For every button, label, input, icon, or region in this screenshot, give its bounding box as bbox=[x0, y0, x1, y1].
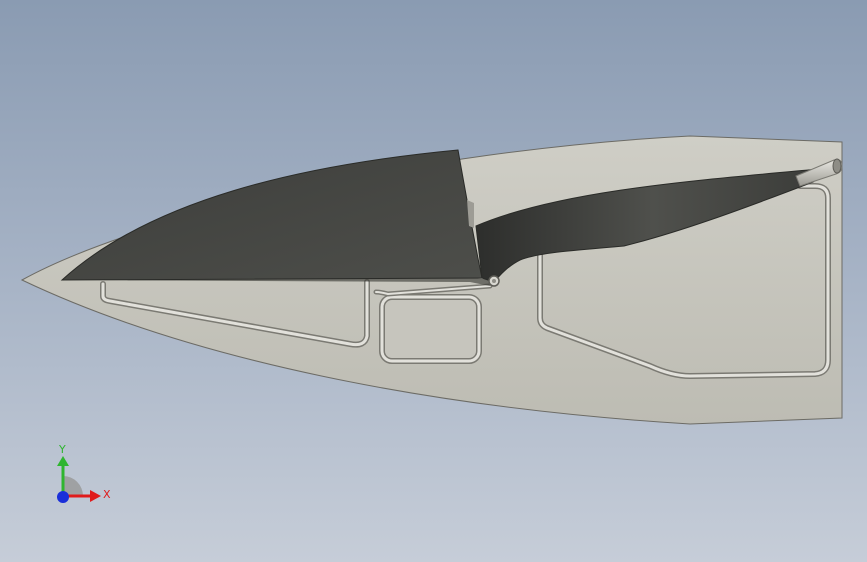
x-axis-arrow-icon bbox=[90, 490, 101, 502]
y-axis-label: Y bbox=[58, 443, 66, 456]
boom-end bbox=[832, 158, 842, 174]
center-hatch[interactable] bbox=[379, 294, 482, 364]
mainsail[interactable] bbox=[60, 149, 483, 281]
orientation-triad[interactable]: Y X bbox=[40, 440, 120, 520]
mast-fitting-center bbox=[492, 279, 496, 283]
cad-viewport[interactable]: Y X bbox=[0, 0, 867, 562]
z-axis-dot-icon bbox=[57, 491, 69, 503]
y-axis-arrow-icon bbox=[57, 456, 69, 466]
3d-model-scene[interactable] bbox=[0, 0, 867, 562]
x-axis-label: X bbox=[103, 488, 111, 501]
